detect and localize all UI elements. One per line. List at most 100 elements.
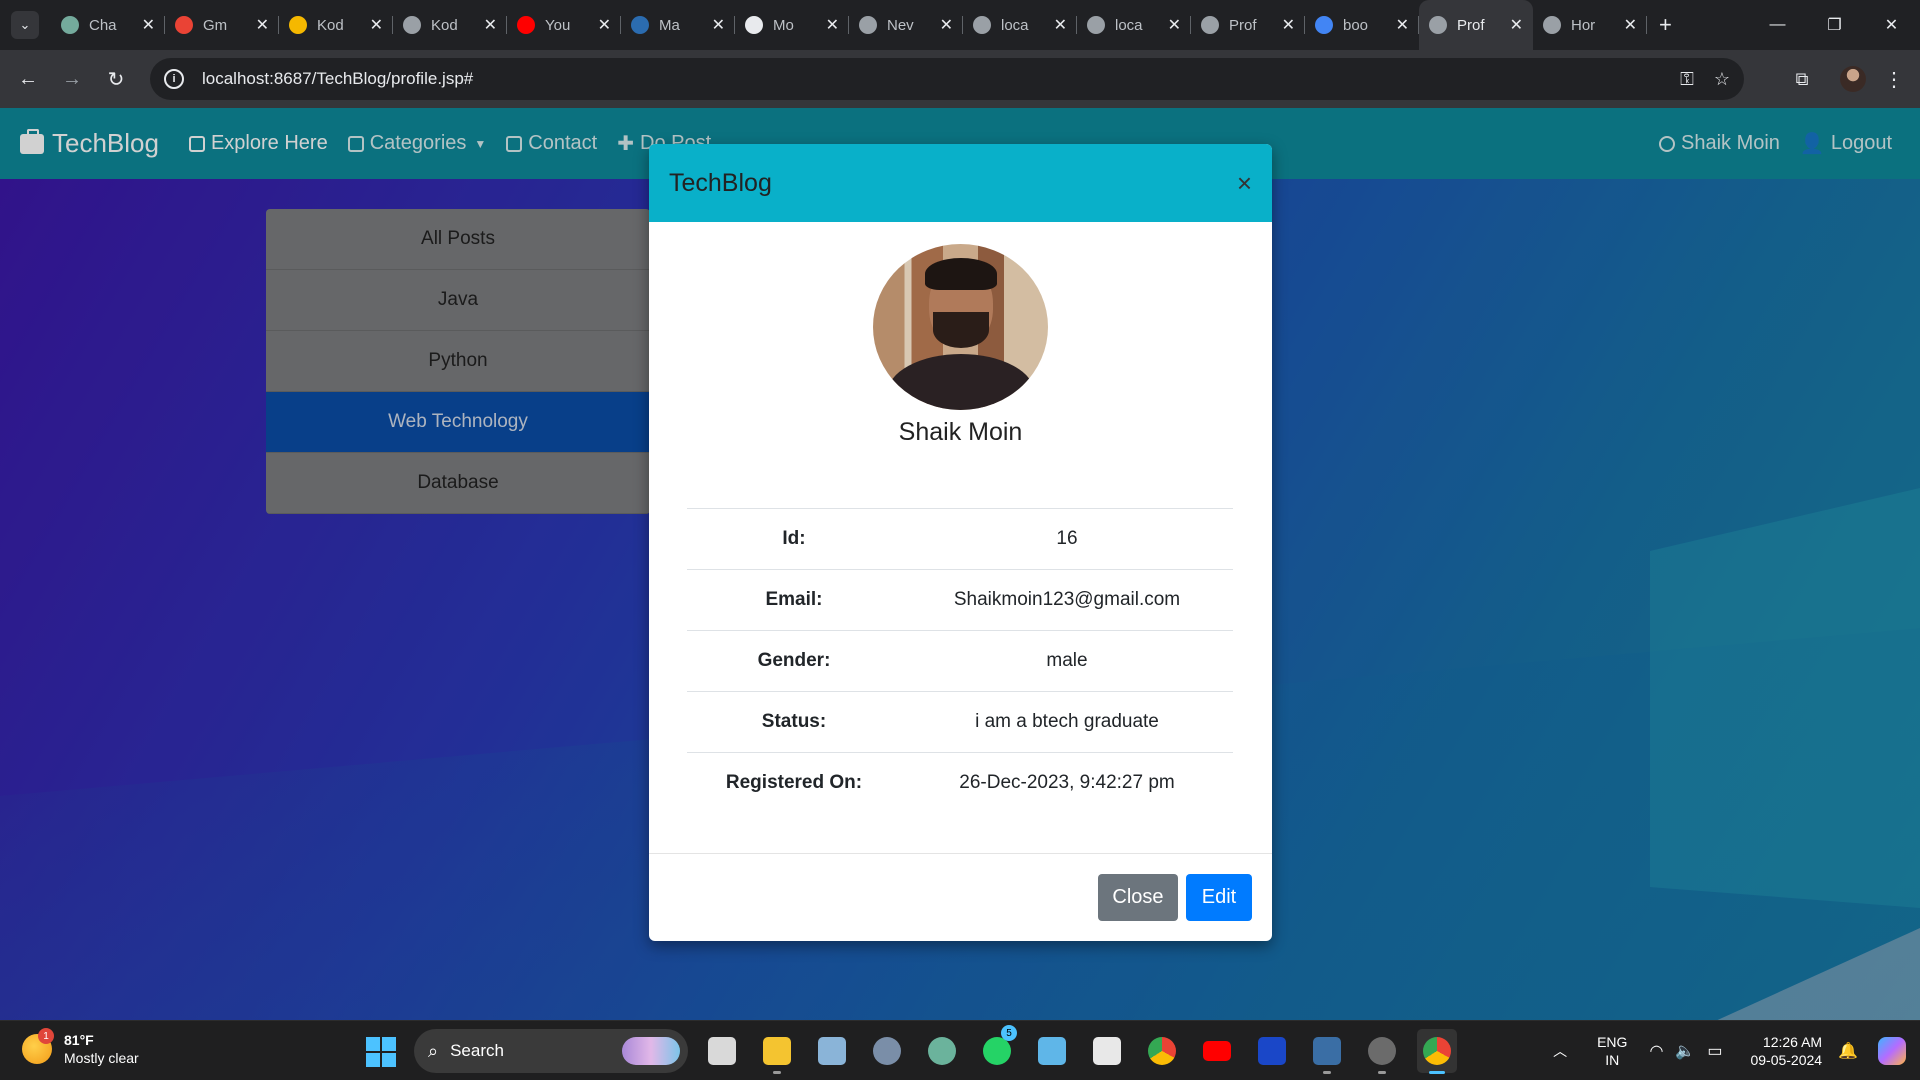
close-button[interactable]: Close (1098, 874, 1178, 921)
browser-tab[interactable]: Mo ✕ (735, 0, 849, 50)
close-tab-icon[interactable]: ✕ (484, 15, 497, 35)
browser-tab[interactable]: loca ✕ (1077, 0, 1191, 50)
address-url[interactable]: localhost:8687/TechBlog/profile.jsp# (202, 69, 473, 89)
globe-icon (403, 16, 421, 34)
reload-button[interactable]: ↻ (94, 57, 138, 101)
close-tab-icon[interactable]: ✕ (1396, 15, 1409, 35)
volume-icon[interactable]: 🔈 (1675, 1041, 1695, 1061)
task-view-icon[interactable] (702, 1029, 742, 1073)
browser-tab[interactable]: Kod ✕ (393, 0, 507, 50)
chatgpt-icon (61, 16, 79, 34)
browser-tab[interactable]: You ✕ (507, 0, 621, 50)
settings-gear-icon[interactable] (867, 1029, 907, 1073)
minimize-button[interactable]: — (1749, 0, 1806, 50)
whatsapp-icon[interactable]: 5 (977, 1025, 1017, 1073)
close-tab-icon[interactable]: ✕ (370, 15, 383, 35)
globe-icon (859, 16, 877, 34)
close-tab-icon[interactable]: ✕ (142, 15, 155, 35)
weather-widget[interactable]: 1 81°F Mostly clear (22, 1028, 139, 1067)
wifi-icon[interactable]: ◠ (1649, 1041, 1663, 1061)
browser-tab[interactable]: Prof ✕ (1419, 0, 1533, 50)
google-icon (1315, 16, 1333, 34)
row-value: male (1046, 650, 1088, 671)
lang-code: ENG (1597, 1034, 1628, 1050)
close-tab-icon[interactable]: ✕ (1168, 15, 1181, 35)
browser-tab[interactable]: Prof ✕ (1191, 0, 1305, 50)
row-label: Status: (761, 711, 827, 732)
chrome-icon[interactable] (1142, 1029, 1182, 1073)
notification-bell-icon[interactable]: 🔔 (1838, 1041, 1858, 1061)
snipping-tool-icon[interactable] (1087, 1029, 1127, 1073)
close-tab-icon[interactable]: ✕ (940, 15, 953, 35)
restore-button[interactable]: ❐ (1806, 0, 1863, 50)
taskbar-apps: 5 (702, 1025, 1457, 1074)
browser-tab[interactable]: Cha ✕ (51, 0, 165, 50)
close-tab-icon[interactable]: ✕ (1624, 15, 1637, 35)
browser-tab[interactable]: Hor ✕ (1533, 0, 1647, 50)
tab-title: Prof (1229, 16, 1257, 34)
notepad-icon[interactable] (1032, 1029, 1072, 1073)
search-label: Search (450, 1041, 504, 1060)
browser-tab[interactable]: Nev ✕ (849, 0, 963, 50)
row-label: Gender: (757, 650, 831, 671)
browser-tab[interactable]: Gm ✕ (165, 0, 279, 50)
close-tab-icon[interactable]: ✕ (826, 15, 839, 35)
file-explorer-icon[interactable] (757, 1029, 797, 1074)
tab-title: Kod (431, 16, 458, 34)
row-label: Email: (765, 589, 823, 610)
tab-title: Cha (89, 16, 117, 34)
browser-tab[interactable]: Kod ✕ (279, 0, 393, 50)
bookmark-star-icon[interactable]: ☆ (1714, 69, 1730, 90)
close-tab-icon[interactable]: ✕ (598, 15, 611, 35)
k-icon (289, 16, 307, 34)
close-tab-icon[interactable]: ✕ (1282, 15, 1295, 35)
chatgpt-icon[interactable] (922, 1029, 962, 1073)
lang-region: IN (1605, 1052, 1620, 1068)
windows-start-icon[interactable] (366, 1037, 396, 1067)
battery-icon[interactable]: ▭ (1707, 1041, 1722, 1061)
extensions-puzzle-icon[interactable]: ⧉ (1782, 59, 1822, 99)
profile-name: Shaik Moin (898, 418, 1023, 446)
globe-icon (1201, 16, 1219, 34)
new-tab-button[interactable]: + (1659, 12, 1672, 38)
close-tab-icon[interactable]: ✕ (712, 15, 725, 35)
browser-menu-icon[interactable]: ⋮ (1884, 67, 1904, 92)
row-value: 16 (1056, 528, 1078, 549)
row-label: Registered On: (725, 772, 863, 794)
taskbar-search[interactable]: ⌕ Search (414, 1029, 688, 1073)
close-window-button[interactable]: ✕ (1863, 0, 1920, 50)
close-tab-icon[interactable]: ✕ (1054, 15, 1067, 35)
weather-desc: Mostly clear (64, 1050, 139, 1066)
close-icon[interactable]: × (1237, 170, 1252, 196)
mysql-workbench-icon[interactable] (1307, 1029, 1347, 1074)
browser-tab[interactable]: Ma ✕ (621, 0, 735, 50)
calculator-icon[interactable] (812, 1029, 852, 1073)
close-tab-icon[interactable]: ✕ (256, 15, 269, 35)
search-highlight-image (622, 1037, 680, 1065)
youtube-icon[interactable] (1197, 1029, 1237, 1073)
profile-avatar[interactable] (1840, 66, 1866, 92)
copilot-icon[interactable] (1878, 1037, 1906, 1065)
password-key-icon[interactable]: ⚿ (1680, 69, 1694, 90)
weather-badge: 1 (38, 1028, 54, 1044)
mvn-icon (631, 16, 649, 34)
tab-title: Hor (1571, 16, 1596, 34)
eclipse-gear-icon[interactable] (1362, 1029, 1402, 1074)
search-icon: ⌕ (428, 1040, 439, 1061)
chevron-up-icon[interactable]: ︿ (1553, 1041, 1567, 1061)
l-app-icon[interactable] (1252, 1029, 1292, 1073)
close-tab-icon[interactable]: ✕ (1510, 15, 1523, 35)
edit-button[interactable]: Edit (1186, 874, 1252, 921)
site-info-icon[interactable]: i (164, 69, 184, 89)
clock[interactable]: 12:26 AM 09-05-2024 (1750, 1033, 1822, 1069)
chrome-active-icon[interactable] (1417, 1029, 1457, 1074)
tab-title: Ma (659, 16, 680, 34)
back-button[interactable]: ← (6, 57, 50, 101)
profile-picture (873, 244, 1048, 410)
tab-search-button[interactable]: ⌄ (11, 11, 39, 39)
forward-button[interactable]: → (50, 57, 94, 101)
browser-tab[interactable]: boo ✕ (1305, 0, 1419, 50)
language-indicator[interactable]: ENG IN (1597, 1033, 1627, 1069)
address-bar[interactable]: i localhost:8687/TechBlog/profile.jsp# ⚿… (150, 58, 1744, 100)
browser-tab[interactable]: loca ✕ (963, 0, 1077, 50)
